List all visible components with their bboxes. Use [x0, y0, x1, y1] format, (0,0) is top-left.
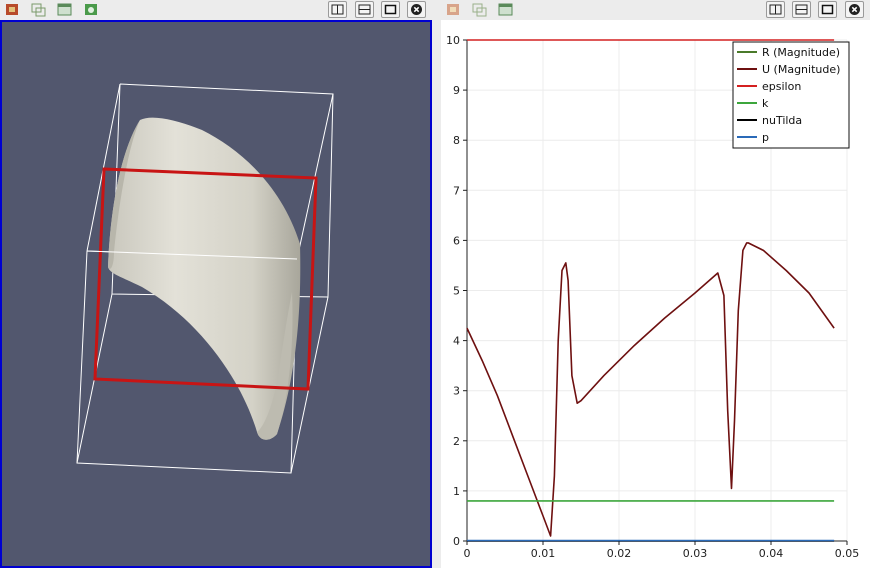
x-tick-label: 0 [464, 547, 471, 560]
legend-entry: nuTilda [762, 114, 802, 127]
chart-view-toolbar [441, 0, 870, 20]
legend-entry: U (Magnitude) [762, 63, 840, 76]
line-chart-view[interactable]: 0 1 2 3 4 5 6 7 8 9 10 0 0.01 0.02 0.03 0.04 0.05 R (Mag… [441, 20, 870, 568]
legend-entry: R (Magnitude) [762, 46, 840, 59]
camera-link-icon[interactable] [82, 1, 101, 18]
select-icon[interactable] [29, 1, 48, 18]
camera-reset-icon[interactable] [444, 1, 463, 18]
camera-reset-icon[interactable] [3, 1, 22, 18]
close-icon [411, 4, 422, 15]
frame-icon[interactable] [496, 1, 515, 18]
split-vertical-button[interactable] [355, 1, 374, 18]
x-tick-label: 0.03 [683, 547, 708, 560]
split-vertical-button[interactable] [792, 1, 811, 18]
split-vertical-icon [795, 4, 808, 15]
x-tick-label: 0.05 [835, 547, 860, 560]
x-tick-label: 0.02 [607, 547, 632, 560]
select-icon[interactable] [470, 1, 489, 18]
y-tick-label: 9 [453, 84, 460, 97]
maximize-icon [384, 4, 397, 15]
y-tick-label: 1 [453, 485, 460, 498]
surface-geometry [108, 117, 301, 440]
y-tick-label: 2 [453, 435, 460, 448]
line-chart: 0 1 2 3 4 5 6 7 8 9 10 0 0.01 0.02 0.03 0.04 0.05 R (Mag… [446, 34, 860, 560]
close-view-button[interactable] [407, 1, 426, 18]
close-view-button[interactable] [845, 1, 864, 18]
y-tick-label: 4 [453, 335, 460, 348]
x-tick-label: 0.01 [531, 547, 556, 560]
maximize-icon [821, 4, 834, 15]
close-icon [849, 4, 860, 15]
x-tick-label: 0.04 [759, 547, 784, 560]
chart-legend: R (Magnitude) U (Magnitude) epsilon k nuTild… [732, 41, 850, 149]
view-splitter[interactable] [432, 20, 441, 568]
legend-entry: k [762, 97, 769, 110]
render-canvas[interactable] [2, 22, 430, 566]
render-view-3d[interactable] [0, 20, 432, 568]
split-horizontal-icon [331, 4, 344, 15]
frame-icon[interactable] [55, 1, 74, 18]
maximize-button[interactable] [818, 1, 837, 18]
split-horizontal-button[interactable] [328, 1, 347, 18]
split-horizontal-icon [769, 4, 782, 15]
y-tick-label: 10 [446, 34, 460, 47]
y-tick-label: 5 [453, 285, 460, 298]
series-line-1 [466, 242, 835, 537]
maximize-button[interactable] [381, 1, 400, 18]
render-view-toolbar [0, 0, 432, 20]
split-horizontal-button[interactable] [766, 1, 785, 18]
y-tick-label: 7 [453, 184, 460, 197]
split-vertical-icon [358, 4, 371, 15]
legend-entry: epsilon [762, 80, 801, 93]
y-tick-label: 0 [453, 535, 460, 548]
legend-entry: p [762, 131, 769, 144]
y-tick-label: 3 [453, 385, 460, 398]
y-tick-label: 8 [453, 134, 460, 147]
y-tick-label: 6 [453, 234, 460, 247]
